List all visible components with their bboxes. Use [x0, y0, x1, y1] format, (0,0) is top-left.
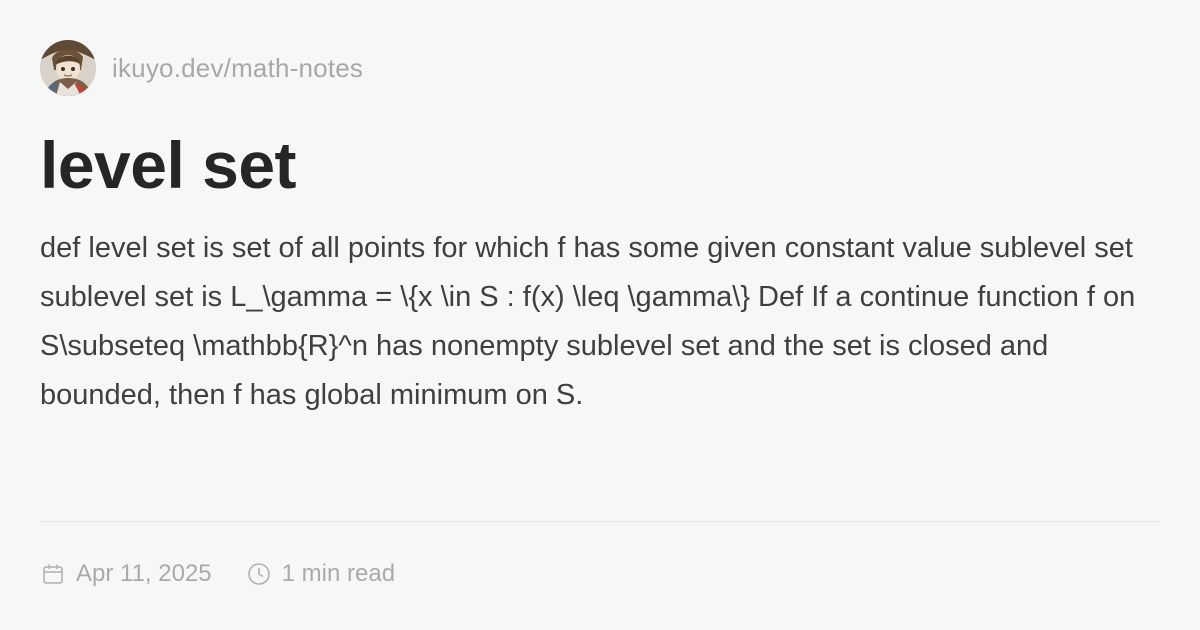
avatar — [40, 40, 96, 96]
date-meta: Apr 11, 2025 — [40, 560, 212, 588]
site-url[interactable]: ikuyo.dev/math-notes — [112, 53, 363, 84]
divider — [40, 521, 1160, 522]
post-title: level set — [40, 128, 297, 202]
post-date: Apr 11, 2025 — [76, 560, 212, 587]
og-card: ikuyo.dev/math-notes level set def level… — [40, 40, 1160, 600]
calendar-icon — [40, 561, 66, 587]
post-meta: Apr 11, 2025 1 min read — [40, 558, 395, 590]
reading-time-meta: 1 min read — [246, 560, 395, 588]
clock-icon — [246, 561, 272, 587]
reading-time: 1 min read — [281, 560, 396, 587]
site-header: ikuyo.dev/math-notes — [40, 40, 1160, 96]
avatar-image — [40, 40, 96, 96]
post-excerpt: def level set is set of all points for w… — [40, 232, 1136, 411]
